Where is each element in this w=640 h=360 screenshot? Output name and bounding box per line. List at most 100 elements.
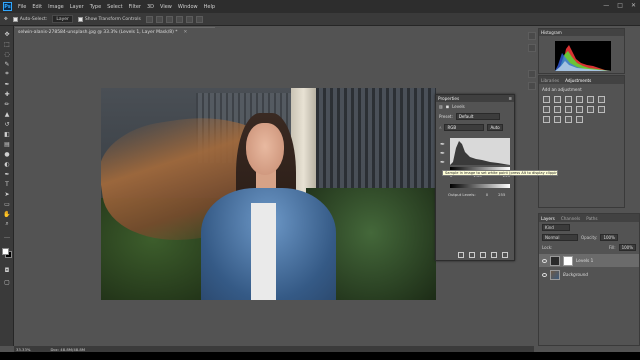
paragraph-panel-icon[interactable] xyxy=(528,82,536,90)
menu-edit[interactable]: Edit xyxy=(32,4,42,10)
eyedropper-tool-icon[interactable]: ✒ xyxy=(3,80,11,88)
properties-panel-icon[interactable] xyxy=(528,70,536,78)
healing-brush-tool-icon[interactable]: ✚ xyxy=(3,90,11,98)
blur-tool-icon[interactable]: ● xyxy=(3,150,11,158)
channel-dropdown[interactable]: RGB xyxy=(444,124,485,131)
tab-adjustments[interactable]: Adjustments xyxy=(565,78,591,83)
vibrance-icon[interactable] xyxy=(587,96,594,103)
panel-menu-icon[interactable]: ≡ xyxy=(508,96,512,101)
align-right-icon[interactable] xyxy=(165,15,173,23)
black-white-icon[interactable] xyxy=(554,106,561,113)
histogram-tab[interactable]: Histogram xyxy=(539,29,624,36)
color-balance-icon[interactable] xyxy=(543,106,550,113)
fill-field[interactable]: 100% xyxy=(618,244,636,251)
trash-icon[interactable] xyxy=(502,252,508,258)
clip-to-layer-icon[interactable] xyxy=(458,252,464,258)
eraser-tool-icon[interactable]: ◧ xyxy=(3,130,11,138)
brush-tool-icon[interactable]: ✏ xyxy=(3,100,11,108)
tab-paths[interactable]: Paths xyxy=(586,216,597,221)
channel-mixer-icon[interactable] xyxy=(576,106,583,113)
close-tab-icon[interactable]: ✕ xyxy=(184,30,188,35)
align-left-icon[interactable] xyxy=(145,15,153,23)
clone-stamp-tool-icon[interactable]: ▲ xyxy=(3,110,11,118)
document-size[interactable]: Doc: 48.8M/48.8M xyxy=(50,347,85,352)
exposure-icon[interactable] xyxy=(576,96,583,103)
brightness-contrast-icon[interactable] xyxy=(543,96,550,103)
history-brush-tool-icon[interactable]: ↺ xyxy=(3,120,11,128)
layer-select-dropdown[interactable]: Layer xyxy=(52,15,73,23)
menu-select[interactable]: Select xyxy=(107,4,122,10)
shape-tool-icon[interactable]: ▭ xyxy=(3,200,11,208)
menu-view[interactable]: View xyxy=(160,4,172,10)
threshold-icon[interactable] xyxy=(554,116,561,123)
blend-mode-dropdown[interactable]: Normal xyxy=(542,234,578,241)
quick-select-tool-icon[interactable]: ✎ xyxy=(3,60,11,68)
menu-help[interactable]: Help xyxy=(204,4,215,10)
document-tab[interactable]: selwin-alanis-278584-unsplash.jpg @ 33.3… xyxy=(15,27,215,37)
auto-select-checkbox[interactable]: Auto-Select: xyxy=(12,16,47,22)
tab-layers[interactable]: Layers xyxy=(541,216,555,221)
output-levels-slider[interactable] xyxy=(450,184,510,188)
hue-saturation-icon[interactable] xyxy=(598,96,605,103)
menu-filter[interactable]: Filter xyxy=(129,4,141,10)
canvas-image[interactable] xyxy=(101,88,436,300)
gray-point-eyedropper-icon[interactable]: ✒ xyxy=(440,151,446,157)
menu-file[interactable]: File xyxy=(18,4,26,10)
move-tool-icon[interactable]: ✥ xyxy=(4,17,8,22)
pen-tool-icon[interactable]: ✒ xyxy=(3,170,11,178)
menu-layer[interactable]: Layer xyxy=(70,4,84,10)
show-transform-checkbox[interactable]: Show Transform Controls xyxy=(77,16,141,22)
screen-mode-icon[interactable]: ▢ xyxy=(3,278,11,286)
maximize-icon[interactable]: □ xyxy=(617,2,623,9)
lasso-tool-icon[interactable]: ◌ xyxy=(3,50,11,58)
minimize-icon[interactable]: — xyxy=(603,2,609,9)
properties-title-bar[interactable]: Properties ≡ xyxy=(436,95,514,102)
menu-image[interactable]: Image xyxy=(48,4,64,10)
preset-dropdown[interactable]: Default xyxy=(455,113,500,120)
marquee-tool-icon[interactable]: ⬚ xyxy=(3,40,11,48)
quick-mask-icon[interactable]: ◘ xyxy=(3,266,11,274)
align-top-icon[interactable] xyxy=(175,15,183,23)
foreground-color-swatch[interactable] xyxy=(2,248,9,255)
align-middle-icon[interactable] xyxy=(185,15,193,23)
menu-window[interactable]: Window xyxy=(178,4,198,10)
reset-icon[interactable] xyxy=(480,252,486,258)
history-panel-icon[interactable] xyxy=(528,32,536,40)
mask-icon[interactable]: ◼ xyxy=(446,104,449,109)
info-panel-icon[interactable] xyxy=(528,44,536,52)
output-black-value[interactable]: 0 xyxy=(486,192,488,197)
photo-filter-icon[interactable] xyxy=(565,106,572,113)
visibility-eye-icon[interactable] xyxy=(542,258,547,263)
posterize-icon[interactable] xyxy=(543,116,550,123)
visibility-icon[interactable] xyxy=(491,252,497,258)
zoom-tool-icon[interactable]: ⌕ xyxy=(3,220,11,228)
zoom-level[interactable]: 33.33% xyxy=(16,347,30,352)
kind-filter-dropdown[interactable]: Kind xyxy=(542,224,570,231)
auto-button[interactable]: Auto xyxy=(487,124,503,131)
color-lookup-icon[interactable] xyxy=(587,106,594,113)
view-previous-icon[interactable] xyxy=(469,252,475,258)
visibility-eye-icon[interactable] xyxy=(542,272,547,277)
align-center-icon[interactable] xyxy=(155,15,163,23)
black-point-eyedropper-icon[interactable]: ✒ xyxy=(440,142,446,148)
menu-3d[interactable]: 3D xyxy=(147,4,154,10)
layer-row-background[interactable]: Background xyxy=(539,268,639,281)
more-tools-icon[interactable]: … xyxy=(3,232,11,240)
path-select-tool-icon[interactable]: ➤ xyxy=(3,190,11,198)
close-icon[interactable]: ✕ xyxy=(631,2,636,9)
opacity-field[interactable]: 100% xyxy=(600,234,618,241)
gradient-tool-icon[interactable]: ▤ xyxy=(3,140,11,148)
output-white-value[interactable]: 255 xyxy=(498,192,505,197)
curves-icon[interactable] xyxy=(565,96,572,103)
align-bottom-icon[interactable] xyxy=(195,15,203,23)
dodge-tool-icon[interactable]: ◐ xyxy=(3,160,11,168)
hand-tool-icon[interactable]: ✋ xyxy=(3,210,11,218)
layer-row-levels[interactable]: Levels 1 xyxy=(539,254,639,267)
selective-color-icon[interactable] xyxy=(576,116,583,123)
tab-channels[interactable]: Channels xyxy=(561,216,580,221)
levels-icon[interactable] xyxy=(554,96,561,103)
menu-type[interactable]: Type xyxy=(90,4,101,10)
move-tool-icon[interactable]: ✥ xyxy=(3,30,11,38)
tab-libraries[interactable]: Libraries xyxy=(541,78,559,83)
white-point-eyedropper-icon[interactable]: ✒ xyxy=(440,160,446,166)
